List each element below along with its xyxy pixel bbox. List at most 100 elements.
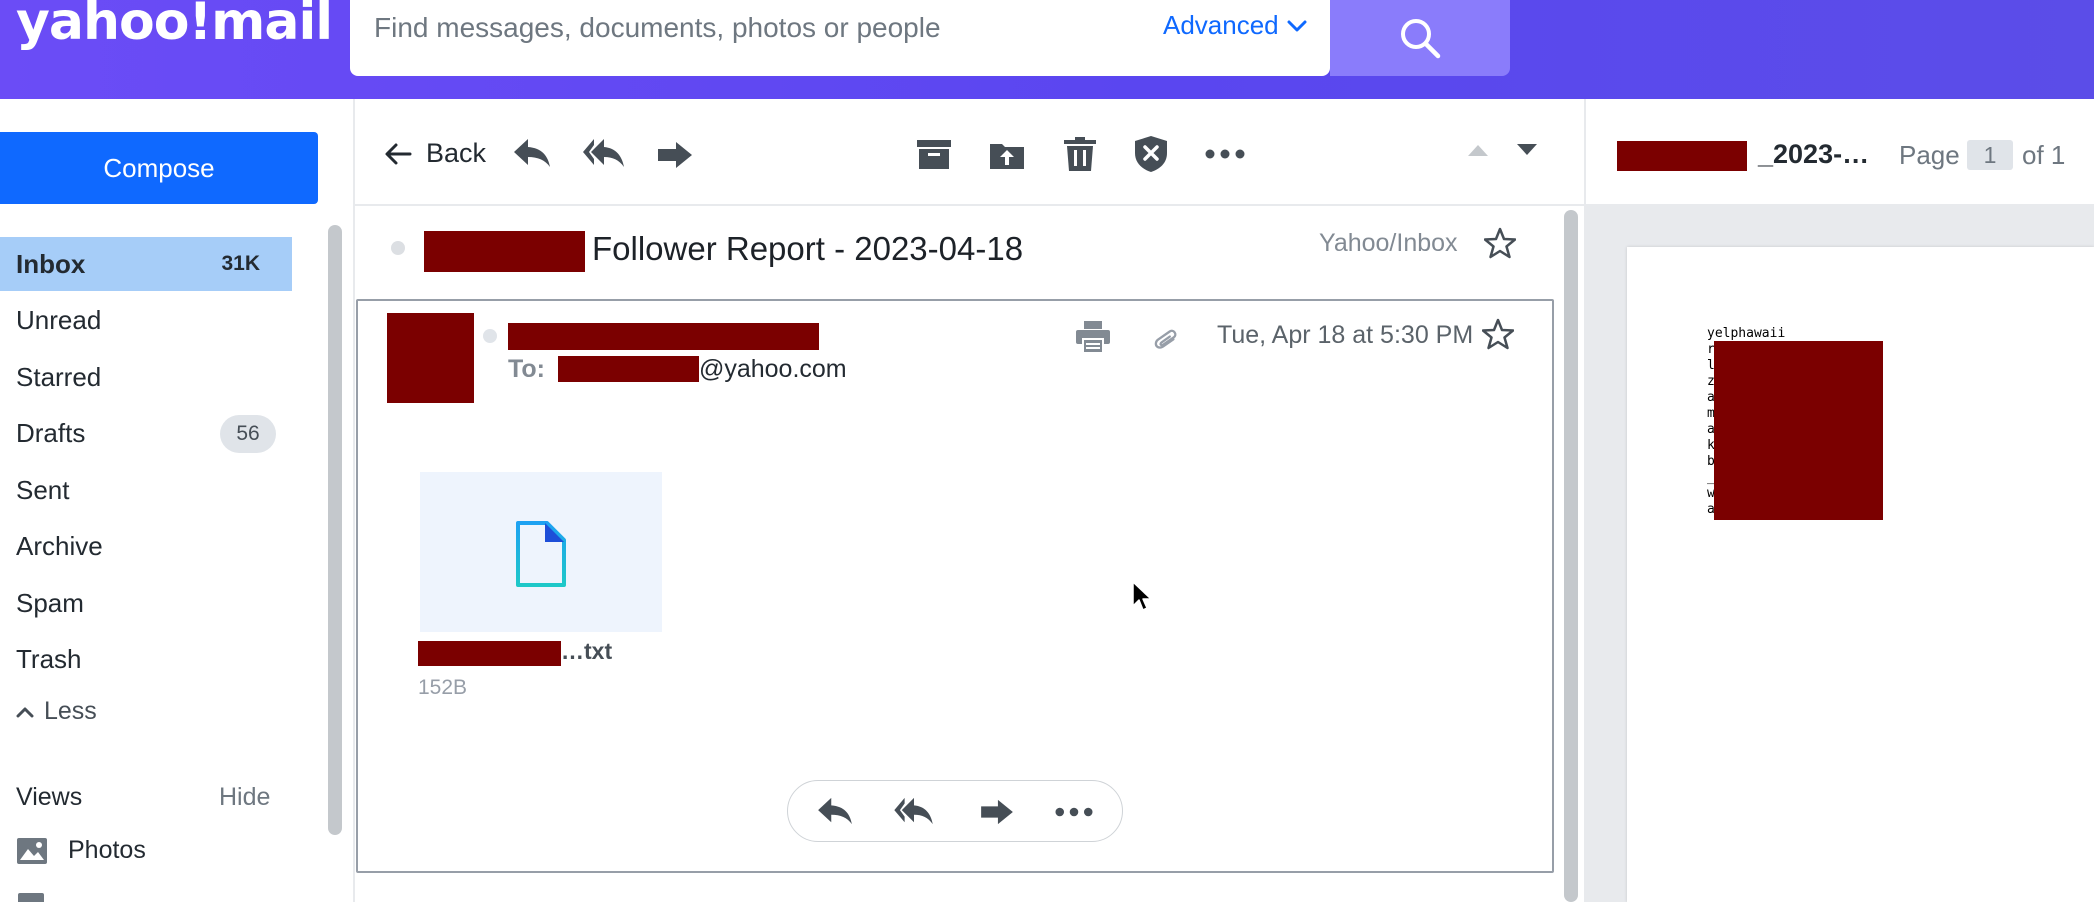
sidebar-item-trash[interactable]: Trash (0, 633, 292, 687)
folder-move-icon (990, 144, 1024, 169)
photos-icon (17, 837, 47, 864)
more-dots-icon (1055, 807, 1093, 817)
message-date: Tue, Apr 18 at 5:30 PM (1217, 321, 1474, 349)
redacted-preview-filename (1617, 141, 1747, 171)
attachment-tile[interactable] (420, 472, 662, 632)
attachment-name[interactable]: …txt (561, 638, 612, 665)
search-icon (1401, 19, 1441, 59)
sidebar-item-photos[interactable]: Photos (16, 836, 146, 865)
star-icon (1482, 318, 1514, 350)
sidebar-item-label: Drafts (16, 418, 86, 448)
folder-path[interactable]: Yahoo/Inbox (1319, 229, 1458, 258)
sender-status-dot (483, 329, 497, 343)
star-subject-button[interactable] (1484, 227, 1516, 259)
back-label: Back (426, 138, 487, 168)
sidebar-item-label: Unread (16, 305, 102, 335)
sidebar-item-label: Spam (16, 587, 84, 618)
reply-icon (514, 139, 550, 167)
reply-all-icon (894, 797, 933, 825)
previous-message-button[interactable] (1466, 143, 1490, 157)
mouse-cursor-icon (1132, 581, 1152, 611)
sidebar-item-label: Starred (16, 361, 102, 392)
redacted-sender[interactable] (508, 323, 819, 350)
sidebar-item-archive[interactable]: Archive (0, 520, 292, 574)
document-first-line: yelphawaii (1707, 326, 1786, 341)
archive-button[interactable] (916, 138, 952, 170)
move-button[interactable] (989, 138, 1025, 170)
sidebar-item-label: Sent (16, 474, 70, 505)
less-label: Less (44, 697, 97, 725)
compose-button[interactable]: Compose (0, 132, 318, 204)
drafts-count-badge: 56 (220, 414, 276, 453)
quick-more-button[interactable] (1055, 806, 1093, 818)
more-dots-icon (1205, 149, 1245, 159)
redacted-attachment-name (418, 641, 561, 666)
preview-file-title: _2023-… (1758, 139, 1870, 169)
trash-icon (1064, 137, 1096, 171)
reply-all-button[interactable] (582, 137, 626, 169)
sidebar-item-label: Archive (16, 531, 103, 561)
forward-icon (981, 799, 1013, 825)
page-number-input[interactable]: 1 (1967, 140, 2013, 170)
arrow-left-icon (385, 143, 412, 164)
next-message-button[interactable] (1515, 143, 1539, 157)
toolbar-divider (355, 204, 1585, 206)
reply-icon (818, 797, 852, 825)
archive-icon (917, 140, 951, 169)
chevron-down-icon (1287, 20, 1307, 31)
attachment-indicator[interactable] (1153, 326, 1179, 356)
advanced-label: Advanced (1163, 10, 1279, 40)
message-subject: Follower Report - 2023-04-18 (592, 230, 1024, 267)
quick-reply-button[interactable] (816, 796, 854, 826)
advanced-search-button[interactable]: Advanced (1163, 10, 1307, 41)
star-icon (1484, 227, 1516, 259)
sidebar-item-starred[interactable]: Starred (0, 350, 292, 404)
forward-icon (658, 142, 692, 168)
search-bar: Advanced (350, 0, 1330, 76)
recipient-line: To: @yahoo.com (508, 355, 847, 384)
more-actions-button[interactable] (1205, 148, 1245, 160)
search-button[interactable] (1330, 0, 1510, 76)
attachment-size: 152B (418, 676, 468, 699)
reply-all-icon (583, 139, 624, 167)
sidebar-item-drafts[interactable]: Drafts 56 (0, 407, 292, 461)
print-button[interactable] (1075, 320, 1111, 354)
sidebar-divider (353, 99, 355, 902)
sidebar-item-label: Inbox (16, 248, 86, 279)
sidebar-item-unread[interactable]: Unread (0, 294, 292, 348)
views-hide-button[interactable]: Hide (219, 783, 270, 812)
top-header: yahoo!mail Advanced (0, 0, 2094, 99)
spam-button[interactable] (1134, 135, 1168, 173)
redacted-sender-name (424, 231, 585, 272)
page-total: of 1 (2022, 140, 2066, 170)
sidebar-item-sent[interactable]: Sent (0, 463, 292, 517)
message-scrollbar[interactable] (1564, 210, 1578, 902)
caret-up-icon (1468, 145, 1488, 156)
reply-button[interactable] (512, 137, 552, 169)
page-label: Page (1899, 140, 1960, 170)
sidebar-item-inbox[interactable]: Inbox 31K (0, 237, 292, 291)
recipient-domain[interactable]: @yahoo.com (699, 355, 847, 383)
sidebar-item-spam[interactable]: Spam (0, 576, 292, 630)
redacted-document-content (1714, 341, 1883, 520)
quick-reply-all-button[interactable] (893, 796, 935, 826)
avatar[interactable] (387, 313, 474, 403)
forward-button[interactable] (656, 140, 694, 170)
redacted-recipient (557, 356, 699, 382)
delete-button[interactable] (1063, 136, 1097, 172)
file-icon (516, 521, 566, 587)
quick-forward-button[interactable] (979, 798, 1015, 826)
yahoo-mail-logo[interactable]: yahoo!mail (16, 0, 333, 52)
star-message-button[interactable] (1482, 318, 1514, 350)
shield-x-icon (1135, 136, 1167, 172)
folder-list: Inbox 31K Unread Starred Drafts 56 Sent … (0, 237, 292, 689)
inbox-count: 31K (221, 252, 260, 275)
back-button[interactable]: Back (384, 138, 486, 169)
less-toggle[interactable]: Less (16, 697, 97, 726)
search-input[interactable] (374, 8, 1154, 48)
unread-dot[interactable] (391, 241, 405, 255)
print-icon (1076, 321, 1110, 354)
views-heading: Views (16, 783, 83, 811)
documents-icon (18, 893, 44, 902)
sidebar-scrollbar[interactable] (328, 225, 342, 835)
